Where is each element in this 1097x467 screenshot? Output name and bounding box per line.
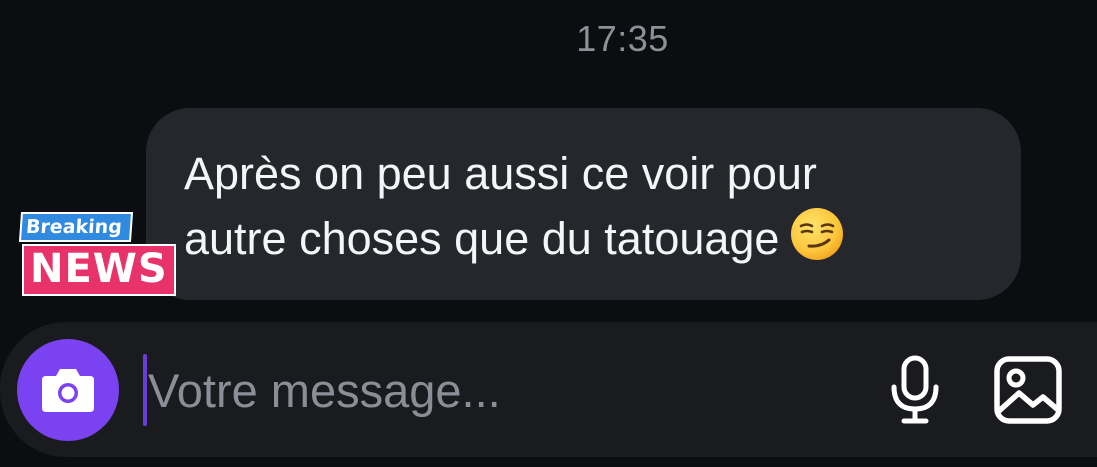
image-button[interactable] [990,352,1066,428]
text-caret [143,354,147,426]
message-line-2: autre choses que du tatouage [184,213,780,264]
message-input[interactable] [148,352,828,428]
avatar-badge-top: Breaking [18,212,134,242]
avatar-badge-bottom: NEWS [22,244,176,296]
message-text: Après on peu aussi ce voir pour autre ch… [184,142,985,271]
sender-avatar[interactable]: Breaking NEWS [18,212,180,302]
smirking-face-emoji [789,206,845,262]
camera-icon [42,369,94,412]
microphone-icon [891,355,939,424]
message-line-1: Après on peu aussi ce voir pour [184,148,817,199]
camera-button[interactable] [17,339,119,441]
message-row: Après on peu aussi ce voir pour autre ch… [0,108,1097,300]
microphone-button[interactable] [880,352,950,428]
message-timestamp: 17:35 [576,18,669,59]
message-bubble[interactable]: Après on peu aussi ce voir pour autre ch… [146,108,1021,300]
message-composer [0,322,1097,457]
image-icon [994,356,1062,424]
